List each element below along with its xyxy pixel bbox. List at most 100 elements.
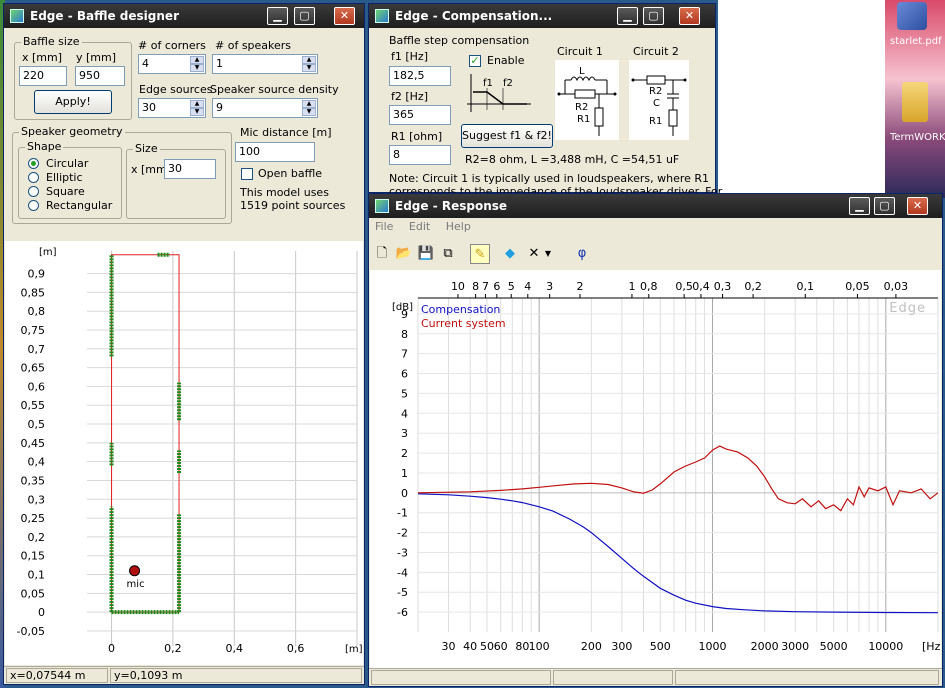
shape-rectangular-label[interactable]: Rectangular: [46, 199, 112, 212]
folder-icon[interactable]: [902, 82, 928, 122]
open-baffle-label[interactable]: Open baffle: [258, 167, 322, 180]
x-tick-label: 30: [442, 640, 456, 653]
baffle-y-input[interactable]: 950: [75, 66, 125, 86]
minimize-button[interactable]: ▁: [617, 7, 638, 25]
menu-edit[interactable]: Edit: [409, 220, 430, 233]
app-icon: [375, 9, 389, 23]
spin-down-icon[interactable]: ▼: [302, 108, 316, 116]
y-tick-label: -0,05: [17, 625, 45, 638]
spin-down-icon[interactable]: ▼: [190, 108, 204, 116]
y-tick-label: 2: [401, 447, 408, 460]
spin-up-icon[interactable]: ▲: [302, 56, 316, 64]
suggest-button[interactable]: Suggest f1 & f2!: [461, 124, 553, 148]
maximize-button[interactable]: ▢: [294, 7, 315, 25]
shape-group-label: Shape: [25, 140, 64, 153]
baffle-x-input[interactable]: 220: [19, 66, 67, 86]
close-button[interactable]: ✕: [334, 7, 355, 25]
f1-input[interactable]: 182,5: [389, 66, 451, 86]
desktop-icon-label-pdf[interactable]: starlet.pdf: [890, 36, 942, 47]
speakers-spinner[interactable]: 1 ▲ ▼: [212, 54, 318, 74]
f2-input[interactable]: 365: [389, 105, 451, 125]
y-tick-label: -1: [397, 507, 408, 520]
edge-sources-spinner[interactable]: 30 ▲ ▼: [138, 98, 206, 118]
apply-button[interactable]: Apply!: [34, 90, 112, 114]
baffle-geometry-plot[interactable]: -0,05 0 0,05 0,1 0,15 0,2 0,25 0,3 0,35 0,4 0,45 0,…: [5, 241, 363, 665]
shape-rectangular-radio[interactable]: [28, 200, 39, 211]
compensation-titlebar[interactable]: Edge - Compensation... ▁ ▢ ✕: [369, 4, 715, 28]
corners-spinner[interactable]: 4 ▲ ▼: [138, 54, 206, 74]
enable-checkbox[interactable]: ✓: [469, 55, 481, 67]
desktop-shortcut-icon[interactable]: [897, 2, 927, 30]
shape-circular-label[interactable]: Circular: [46, 157, 88, 170]
size-x-input[interactable]: 30: [164, 159, 216, 179]
circuit2-title: Circuit 2: [633, 45, 679, 58]
maximize-button[interactable]: ▢: [643, 7, 664, 25]
status-x-coordinate: x=0,07544 m: [6, 668, 108, 683]
x-tick-label: 0,6: [287, 642, 305, 655]
spin-down-icon[interactable]: ▼: [302, 64, 316, 72]
minimize-button[interactable]: ▁: [267, 7, 288, 25]
x-axis-label: [Hz]: [922, 640, 941, 653]
baffle-designer-window: Edge - Baffle designer ▁ ▢ ✕ Baffle size…: [3, 3, 365, 685]
shape-elliptic-label[interactable]: Elliptic: [46, 171, 83, 184]
phase-icon[interactable]: φ: [572, 244, 592, 264]
minimize-button[interactable]: ▁: [849, 197, 870, 215]
spin-up-icon[interactable]: ▲: [190, 100, 204, 108]
y-tick-label: 0,3: [28, 493, 46, 506]
source-density-value: 9: [216, 101, 223, 114]
r1-input[interactable]: 8: [389, 145, 451, 165]
response-status-cell-2: [553, 670, 673, 685]
y-tick-label: 0,05: [21, 587, 46, 600]
response-titlebar[interactable]: Edge - Response ▁ ▢ ✕: [369, 194, 942, 218]
pencil-icon[interactable]: ✎: [470, 244, 490, 264]
edge-watermark: Edge: [889, 301, 926, 316]
close-button[interactable]: ✕: [907, 197, 928, 215]
circuit1-diagram: L R2 R1: [555, 60, 619, 140]
spin-down-icon[interactable]: ▼: [190, 64, 204, 72]
spin-up-icon[interactable]: ▲: [190, 56, 204, 64]
shape-square-radio[interactable]: [28, 186, 39, 197]
maximize-button[interactable]: ▢: [874, 197, 895, 215]
edge-sources-value: 30: [142, 101, 156, 114]
enable-label[interactable]: Enable: [487, 54, 524, 67]
y-tick-label: -5: [397, 586, 408, 599]
baffle-titlebar[interactable]: Edge - Baffle designer ▁ ▢ ✕: [4, 4, 364, 28]
x-tick-label: 80: [515, 640, 529, 653]
source-density-spinner[interactable]: 9 ▲ ▼: [212, 98, 318, 118]
x-tick-label: 40: [463, 640, 477, 653]
shape-circular-radio[interactable]: [28, 158, 39, 169]
new-file-icon[interactable]: 🗋: [372, 244, 392, 264]
open-baffle-checkbox[interactable]: [241, 168, 253, 180]
copy-icon[interactable]: ⧉: [438, 244, 458, 264]
mic-distance-input[interactable]: 100: [235, 142, 315, 162]
shape-elliptic-radio[interactable]: [28, 172, 39, 183]
result-text: R2=8 ohm, L =3,488 mH, C =54,51 uF: [465, 153, 680, 166]
x-tick-label: 0: [108, 642, 115, 655]
model-info-line-1: This model uses: [240, 186, 329, 199]
close-button[interactable]: ✕: [679, 7, 700, 25]
mic-icon[interactable]: [129, 565, 141, 577]
dropdown-arrow-icon[interactable]: ▼: [542, 244, 554, 264]
baffle-x-label: x [mm]: [22, 51, 63, 64]
mic-label: mic: [127, 579, 145, 590]
open-folder-icon[interactable]: 📂: [394, 244, 414, 264]
marker-icon[interactable]: ◆: [500, 244, 520, 264]
baffle-status-bar: x=0,07544 m y=0,1093 m: [4, 666, 364, 684]
desktop-icon-label-folder[interactable]: TermWORK: [890, 132, 945, 143]
shape-square-label[interactable]: Square: [46, 185, 85, 198]
legend-entry: Current system: [421, 317, 506, 330]
step-response-diagram: f1 f2: [467, 74, 531, 112]
y-tick-label: 0,65: [21, 362, 46, 375]
save-icon[interactable]: 💾: [416, 244, 436, 264]
x-tick-label: 300: [611, 640, 632, 653]
baffle-y-label: y [mm]: [76, 51, 117, 64]
y-tick-label: -3: [397, 546, 408, 559]
series-current-system-line: [417, 445, 939, 512]
spin-up-icon[interactable]: ▲: [302, 100, 316, 108]
r1-label: R1 [ohm]: [391, 130, 443, 143]
frequency-response-chart[interactable]: -6-5-4-3-2-1012345678930 40 50 60 80 100 200 30…: [370, 270, 941, 668]
delete-x-icon[interactable]: ✕: [524, 244, 544, 264]
menu-help[interactable]: Help: [446, 220, 471, 233]
menu-file[interactable]: File: [375, 220, 393, 233]
size-group-label: Size: [133, 142, 160, 155]
